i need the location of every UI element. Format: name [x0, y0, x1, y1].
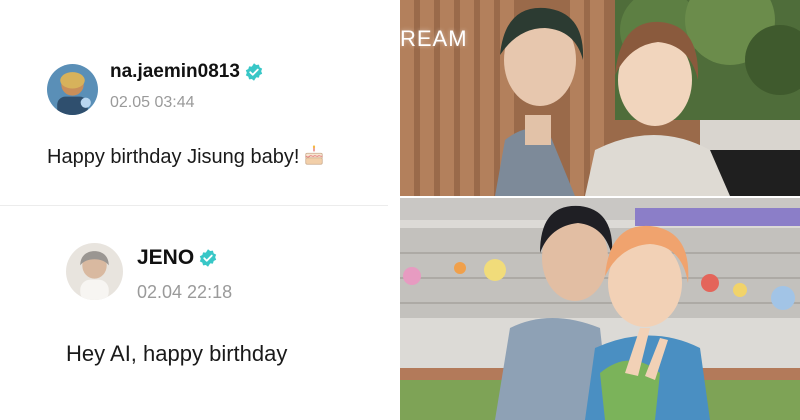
posts-column: na.jaemin0813 02.05 03:44 Happy birthday… [0, 0, 398, 420]
post-message: Happy birthday Jisung baby! [47, 145, 325, 169]
photo-column: REAM [400, 0, 800, 420]
post-card: na.jaemin0813 02.05 03:44 Happy birthday… [0, 0, 388, 210]
photo-bottom[interactable] [400, 198, 800, 420]
username-text: na.jaemin0813 [110, 61, 240, 82]
avatar-image [47, 64, 98, 115]
photo-bottom-image [400, 198, 800, 420]
post-timestamp: 02.05 03:44 [110, 94, 195, 111]
post-message-text: Happy birthday Jisung baby! [47, 146, 300, 168]
photo-sign-text: REAM [400, 26, 468, 51]
birthday-cake-icon [303, 145, 325, 167]
post-card: JENO 02.04 22:18 Hey AI, happy birthday [0, 205, 388, 420]
username[interactable]: na.jaemin0813 [110, 61, 264, 83]
username-text: JENO [137, 246, 195, 269]
avatar[interactable] [47, 64, 98, 115]
photo-top[interactable]: REAM [400, 0, 800, 196]
post-message-text: Hey AI, happy birthday [66, 341, 288, 366]
username[interactable]: JENO [137, 246, 218, 270]
avatar[interactable] [66, 243, 123, 300]
verified-badge-icon [244, 62, 264, 82]
post-timestamp: 02.04 22:18 [137, 282, 233, 302]
avatar-image [66, 243, 123, 300]
post-message: Hey AI, happy birthday [66, 341, 287, 367]
verified-badge-icon [198, 248, 218, 268]
